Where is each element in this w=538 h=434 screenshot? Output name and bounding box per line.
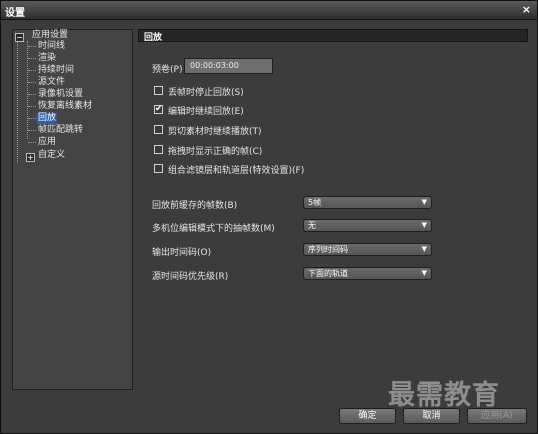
tree-item-timeline[interactable]: 时间线 — [38, 41, 65, 52]
chevron-down-icon: ▼ — [421, 221, 427, 229]
close-icon[interactable]: × — [522, 3, 531, 16]
apply-button[interactable]: 应用(A) — [467, 408, 527, 424]
tree-connector — [17, 40, 18, 163]
show-correct-frame-label: 拖拽时显示正确的帧(C) — [168, 147, 263, 157]
expand-icon[interactable]: + — [26, 153, 35, 162]
combine-filter-layers-label: 组合滤镜层和轨道层(特效设置)(F) — [168, 166, 305, 176]
cancel-button[interactable]: 取消 — [403, 408, 460, 424]
continue-on-cut-checkbox[interactable] — [154, 125, 163, 134]
source-timecode-value: 下面的轨道 — [308, 269, 348, 278]
collapse-icon[interactable]: − — [15, 33, 24, 42]
tree-connector — [28, 142, 36, 143]
window-title: 设置 — [5, 8, 25, 19]
source-timecode-dropdown[interactable]: 下面的轨道 ▼ — [303, 267, 432, 280]
source-timecode-label: 源时间码优先级(R) — [152, 272, 229, 282]
settings-dialog: 设置 × − 应用设置 时间线 渲染 持续时间 源文件 录像机设置 恢复离线素材… — [0, 0, 538, 434]
combine-filter-layers-checkbox[interactable] — [154, 164, 163, 173]
tree-connector — [28, 118, 36, 119]
tree-item-render[interactable]: 渲染 — [38, 53, 56, 64]
title-bar: 设置 × — [1, 1, 537, 20]
settings-tree: − 应用设置 时间线 渲染 持续时间 源文件 录像机设置 恢复离线素材 回放 帧… — [12, 29, 133, 390]
continue-playback-label: 编辑时继续回放(E) — [168, 107, 244, 117]
continue-playback-checkbox[interactable]: ✔ — [154, 105, 163, 114]
buffer-frames-dropdown[interactable]: 5帧 ▼ — [303, 196, 432, 209]
tree-item-deck-settings[interactable]: 录像机设置 — [38, 89, 83, 100]
ok-button[interactable]: 确定 — [339, 408, 396, 424]
continue-on-cut-label: 剪切素材时继续播放(T) — [168, 127, 262, 137]
chevron-down-icon: ▼ — [421, 198, 427, 206]
tree-connector — [28, 46, 36, 47]
preroll-label: 预卷(P) — [152, 65, 183, 75]
preroll-timecode-input[interactable]: 00:00:03:00 — [184, 58, 273, 74]
tree-connector — [28, 106, 36, 107]
panel-title: 回放 — [144, 33, 163, 43]
output-timecode-value: 序列时间码 — [308, 245, 348, 254]
stop-on-dropped-frames-label: 丢帧时停止回放(S) — [168, 88, 244, 98]
buffer-frames-label: 回放前缓存的帧数(B) — [152, 201, 238, 211]
tree-connector — [28, 130, 36, 131]
tree-item-restore-offline[interactable]: 恢复离线素材 — [38, 101, 92, 112]
watermark-logo: 最需教育 — [388, 380, 500, 411]
multicam-skip-label: 多机位编辑模式下的抽帧数(M) — [152, 224, 275, 234]
show-correct-frame-checkbox[interactable] — [154, 145, 163, 154]
tree-connector — [28, 82, 36, 83]
tree-item-playback[interactable]: 回放 — [37, 113, 58, 124]
tree-item-duration[interactable]: 持续时间 — [38, 65, 74, 76]
tree-item-custom[interactable]: 自定义 — [38, 150, 65, 161]
multicam-skip-dropdown[interactable]: 无 ▼ — [303, 219, 432, 232]
tree-item-frame-match[interactable]: 帧匹配跳转 — [38, 125, 83, 136]
buffer-frames-value: 5帧 — [308, 198, 322, 207]
tree-connector — [28, 70, 36, 71]
tree-item-source-file[interactable]: 源文件 — [38, 77, 65, 88]
chevron-down-icon: ▼ — [421, 269, 427, 277]
tree-connector — [28, 94, 36, 95]
stop-on-dropped-frames-checkbox[interactable] — [154, 86, 163, 95]
chevron-down-icon: ▼ — [421, 245, 427, 253]
tree-connector — [27, 41, 28, 139]
tree-item-apply[interactable]: 应用 — [38, 137, 56, 148]
multicam-skip-value: 无 — [308, 221, 316, 230]
panel-header: 回放 — [138, 29, 528, 43]
tree-connector — [28, 58, 36, 59]
output-timecode-label: 输出时间码(O) — [152, 248, 212, 258]
tree-item-app-settings[interactable]: 应用设置 — [32, 30, 68, 41]
output-timecode-dropdown[interactable]: 序列时间码 ▼ — [303, 243, 432, 256]
